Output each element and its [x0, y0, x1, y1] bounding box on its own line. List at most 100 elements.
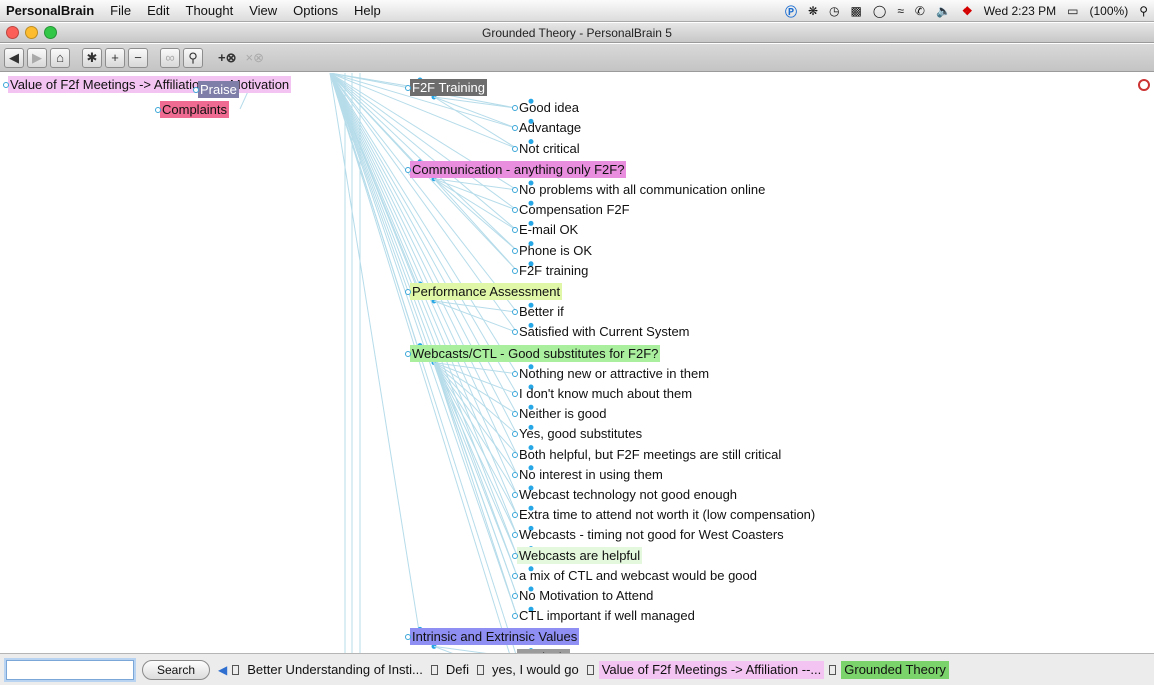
link-line [329, 73, 518, 536]
unlink-icon[interactable]: ×⊗ [242, 48, 266, 68]
search-bar: Search ◀ Better Understanding of Insti..… [0, 653, 1154, 685]
link-line [329, 73, 518, 556]
toolbar: ◀ ▶ ⌂ ✱ + − ∞ ⚲ +⊗ ×⊗ [0, 44, 1154, 72]
link-line [329, 73, 518, 415]
window-titlebar: Grounded Theory - PersonalBrain 5 [0, 23, 1154, 43]
link-line [433, 96, 518, 150]
status-area: Ⓟ ❋ ◷ ▩ ◯ ≈ ✆ 🔈 ❖ Wed 2:23 PM ▭ (100%) ⚲ [785, 0, 1148, 22]
thought-type-icon [477, 664, 484, 675]
minimize-window-button[interactable] [25, 26, 38, 39]
input-flag-icon[interactable]: ❖ [962, 4, 973, 18]
child-thought[interactable]: Phone is OK [512, 242, 594, 259]
clock-text[interactable]: Wed 2:23 PM [984, 4, 1056, 18]
child-thought[interactable]: E-mail OK [511, 221, 580, 238]
past-thought[interactable]: Grounded Theory [841, 660, 949, 679]
child-thought[interactable]: No Motivation to Attend [511, 587, 655, 604]
child-thought[interactable]: Better if [512, 303, 566, 320]
child-thought[interactable]: Not critical [512, 140, 582, 157]
add-link-icon[interactable]: +⊗ [215, 48, 239, 68]
app-status-icon[interactable]: ▩ [851, 4, 862, 18]
child-thought[interactable]: Good idea [512, 99, 581, 116]
plex-canvas[interactable]: Value of F2f Meetings -> Affiliation -->… [0, 73, 1154, 653]
window-controls [6, 26, 57, 39]
search-button[interactable]: Search [142, 659, 211, 680]
link-line [329, 73, 518, 455]
parent-thought-complaints[interactable]: Complaints [154, 101, 230, 118]
app-menu[interactable]: PersonalBrain [0, 3, 102, 18]
battery-text: (100%) [1089, 4, 1129, 18]
active-thought[interactable]: Value of F2f Meetings -> Affiliation -->… [2, 76, 292, 93]
link-line [433, 645, 487, 653]
child-thought-group[interactable]: Intrinsic and Extrinsic Values [404, 628, 580, 646]
chat-icon[interactable]: ◯ [873, 4, 886, 18]
link-line [433, 96, 518, 129]
close-window-button[interactable] [6, 26, 19, 39]
child-thought[interactable]: Compensation F2F [512, 201, 632, 218]
child-thought[interactable]: Extra time to attend not worth it (low c… [511, 506, 817, 523]
brain-status-icon[interactable]: Ⓟ [785, 3, 797, 20]
thought-type-icon [430, 664, 438, 675]
link-line [433, 96, 518, 109]
link-icon[interactable]: ∞ [160, 47, 180, 68]
child-thought[interactable]: Neither is good [511, 405, 608, 422]
bluetooth-icon[interactable]: ❋ [808, 4, 818, 18]
link-line [433, 178, 518, 251]
layout-icon[interactable]: ✱ [82, 47, 102, 68]
zoom-window-button[interactable] [44, 26, 57, 39]
thought-type-icon [829, 664, 837, 675]
child-thought[interactable]: I don't know much about them [511, 385, 694, 402]
child-thought[interactable]: Satisfied with Current System [512, 323, 692, 340]
child-thought-group[interactable]: Communication - anything only F2F? [404, 160, 627, 178]
child-thought[interactable]: a mix of CTL and webcast would be good [512, 567, 759, 584]
menu-view[interactable]: View [241, 3, 285, 18]
back-arrow-icon[interactable]: ◀ [4, 47, 24, 68]
spotlight-icon[interactable]: ⚲ [1139, 4, 1148, 18]
parent-thought-praise[interactable]: Praise [193, 81, 239, 98]
past-left-arrow-icon[interactable]: ◀ [218, 663, 227, 677]
child-thought[interactable]: Advantage [511, 119, 583, 136]
child-thought[interactable]: Yes, good substitutes [511, 425, 644, 442]
menu-file[interactable]: File [102, 3, 139, 18]
forward-arrow-icon[interactable]: ▶ [27, 47, 47, 68]
link-line [433, 178, 518, 191]
battery-icon[interactable]: ▭ [1067, 4, 1078, 18]
window-title: Grounded Theory - PersonalBrain 5 [482, 26, 672, 40]
link-line [329, 73, 518, 313]
home-icon[interactable]: ⌂ [50, 47, 70, 68]
child-thought-group[interactable]: F2F Training [405, 79, 487, 96]
past-thought[interactable]: Better Understanding of Insti... [244, 661, 426, 679]
phone-icon[interactable]: ✆ [915, 4, 925, 18]
link-line [433, 300, 518, 333]
pin-icon[interactable] [1138, 79, 1150, 91]
past-thought[interactable]: Defi [443, 661, 472, 679]
menu-help[interactable]: Help [346, 3, 389, 18]
menu-thought[interactable]: Thought [178, 3, 242, 18]
child-thought[interactable]: No problems with all communication onlin… [511, 181, 767, 198]
child-thought-group[interactable]: Webcasts/CTL - Good substitutes for F2F? [404, 344, 661, 362]
child-thought[interactable]: Webcast technology not good enough [511, 486, 739, 503]
child-thought[interactable]: F2F training [511, 262, 590, 279]
child-thought[interactable]: Both helpful, but F2F meetings are still… [511, 446, 783, 463]
link-line [329, 73, 518, 476]
wifi-icon[interactable]: ≈ [897, 4, 904, 18]
volume-icon[interactable]: 🔈 [936, 4, 951, 18]
menu-options[interactable]: Options [285, 3, 346, 18]
child-thought[interactable]: Nothing new or attractive in them [511, 365, 711, 382]
thought-type-icon [232, 664, 240, 675]
mac-menubar: PersonalBrain File Edit Thought View Opt… [0, 0, 1154, 22]
child-thought-group[interactable]: Performance Assessment [404, 283, 563, 300]
past-thought[interactable]: yes, I would go [489, 661, 582, 679]
remove-thought-button[interactable]: − [128, 47, 148, 68]
menu-edit[interactable]: Edit [139, 3, 177, 18]
child-thought[interactable]: Webcasts are helpful [511, 546, 643, 564]
search-icon[interactable]: ⚲ [183, 47, 203, 68]
past-thought[interactable]: Value of F2f Meetings -> Affiliation --.… [598, 660, 825, 679]
link-line [433, 362, 518, 455]
child-thought[interactable]: No interest in using them [512, 466, 665, 483]
child-thought[interactable]: CTL important if well managed [512, 607, 697, 624]
search-input[interactable] [6, 659, 134, 680]
link-line [329, 73, 518, 576]
child-thought[interactable]: Webcasts - timing not good for West Coas… [512, 526, 786, 543]
time-machine-icon[interactable]: ◷ [829, 4, 839, 18]
add-thought-button[interactable]: + [105, 47, 125, 68]
